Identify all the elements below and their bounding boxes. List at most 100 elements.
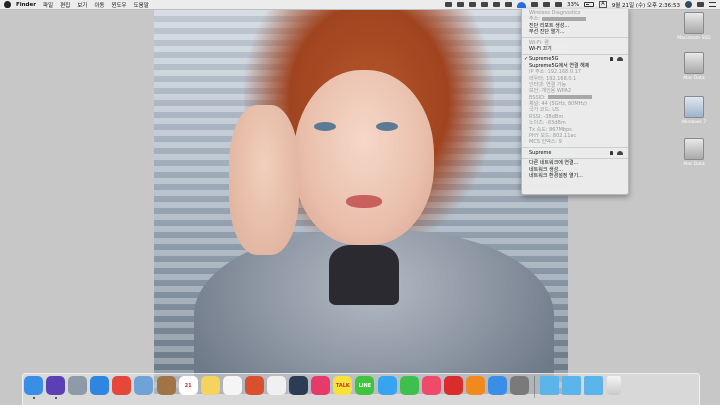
dock-item-launchpad[interactable] <box>68 376 88 399</box>
launchpad-icon <box>68 376 88 395</box>
dock-divider <box>534 376 536 398</box>
dock-item-contacts[interactable] <box>156 376 176 399</box>
photo-booth-icon <box>244 376 264 395</box>
wifi-icon[interactable] <box>517 1 527 8</box>
trash-icon[interactable] <box>606 376 621 395</box>
input-source-indicator[interactable]: A <box>599 1 607 8</box>
desktop-icon-drive[interactable]: Mac Data <box>672 138 716 167</box>
applications-folder-icon[interactable] <box>540 376 560 395</box>
time-machine-icon[interactable] <box>531 2 539 7</box>
dock-item-app-store[interactable] <box>487 376 507 399</box>
wifi-dropdown-menu: Wireless Diagnostics 주소: 진단 리포트 생성... 무선… <box>521 9 629 195</box>
menu-item-turn-wifi-off[interactable]: Wi-Fi 끄기 <box>522 46 628 52</box>
status-area: 33% A 9월 21일 (수) 오후 2:36:53 <box>445 0 716 9</box>
documents-folder-icon[interactable] <box>562 376 582 395</box>
dock-item-siri[interactable] <box>46 376 66 399</box>
siri-icon <box>46 376 66 395</box>
dock-item-kakaotalk[interactable]: TALK <box>333 376 353 399</box>
dock-item-books[interactable] <box>465 376 485 399</box>
reminders-icon <box>222 376 242 395</box>
network-item[interactable]: Supreme <box>522 150 628 156</box>
dock-item-notes[interactable] <box>200 376 220 399</box>
chrome-icon <box>112 376 132 395</box>
lock-icon <box>610 150 613 155</box>
volume-icon[interactable] <box>555 2 563 7</box>
dock-item-chrome[interactable] <box>112 376 132 399</box>
messages-icon <box>377 376 397 395</box>
spotlight-icon[interactable] <box>697 2 704 7</box>
quicktime-icon <box>289 376 309 395</box>
menu-item-open-wireless-diagnostics[interactable]: 무선 진단 열기... <box>522 29 628 35</box>
user-avatar[interactable] <box>685 1 692 8</box>
menu-go[interactable]: 이동 <box>94 1 104 9</box>
dock-item-netease[interactable] <box>443 376 463 399</box>
menu-file[interactable]: 파일 <box>43 1 53 9</box>
menu-item-open-network-prefs[interactable]: 네트워크 환경설정 열기... <box>522 173 628 179</box>
apple-icon[interactable] <box>4 1 11 8</box>
hard-drive-icon <box>684 138 704 160</box>
finder-icon <box>24 376 43 395</box>
status-item-icon[interactable] <box>481 2 489 7</box>
hard-drive-icon <box>684 52 704 74</box>
safari-icon <box>90 376 110 395</box>
preview-icon <box>134 376 154 395</box>
dock-item-safari[interactable] <box>90 376 110 399</box>
desktop-icon-drive[interactable]: Windows 7 <box>672 96 716 125</box>
photos-icon <box>267 376 287 395</box>
bluetooth-icon[interactable] <box>543 2 551 7</box>
eye-left <box>314 122 336 131</box>
status-item-icon[interactable] <box>505 2 513 7</box>
kakaotalk-icon: TALK <box>333 376 353 395</box>
clock[interactable]: 9월 21일 (수) 오후 2:36:53 <box>612 1 680 9</box>
face-shape <box>294 70 434 245</box>
dock-icons: 21 TALK LINE <box>24 376 621 399</box>
dock-item-screenshot[interactable] <box>311 376 331 399</box>
desktop-icon-drive[interactable]: Mac Data <box>672 52 716 81</box>
music-icon <box>421 376 441 395</box>
system-preferences-icon <box>510 376 530 395</box>
eye-right <box>376 122 398 131</box>
dock-item-photo-booth[interactable] <box>244 376 264 399</box>
detail-mcs-index: MCS 인덱스: 9 <box>529 139 562 146</box>
running-indicator <box>54 397 57 399</box>
dock-item-calendar[interactable]: 21 <box>178 376 198 399</box>
dock-item-photos[interactable] <box>267 376 287 399</box>
menu-help[interactable]: 도움말 <box>134 1 149 9</box>
downloads-folder-icon[interactable] <box>584 376 604 395</box>
battery-icon[interactable] <box>584 2 595 7</box>
menu-separator <box>522 37 628 39</box>
status-item-icon[interactable] <box>457 2 465 7</box>
status-item-icon[interactable] <box>493 2 501 7</box>
battery-percent: 33% <box>567 1 580 8</box>
status-item-icon[interactable] <box>445 2 453 7</box>
wifi-signal-icon <box>617 57 623 62</box>
calendar-icon: 21 <box>178 376 198 395</box>
menu-separator <box>522 147 628 149</box>
status-item-icon[interactable] <box>469 2 477 7</box>
facetime-icon <box>399 376 419 395</box>
dark-top-shape <box>329 245 399 305</box>
hand-shape <box>229 105 299 255</box>
dock-item-system-preferences[interactable] <box>510 376 530 399</box>
notes-icon <box>200 376 220 395</box>
menu-view[interactable]: 보기 <box>77 1 87 9</box>
menu-edit[interactable]: 편집 <box>60 1 70 9</box>
hard-drive-icon <box>684 96 704 118</box>
app-menu-finder[interactable]: Finder <box>16 2 36 8</box>
screenshot-icon <box>311 376 331 395</box>
desktop-wallpaper-photo <box>154 10 568 394</box>
desktop-icon-drive[interactable]: Macintosh SSD <box>672 12 716 41</box>
lock-icon <box>610 57 613 62</box>
dock-item-facetime[interactable] <box>399 376 419 399</box>
menu-window[interactable]: 윈도우 <box>111 1 126 9</box>
redacted-block <box>541 16 586 21</box>
line-icon: LINE <box>355 376 375 395</box>
dock-item-reminders[interactable] <box>222 376 242 399</box>
dock-item-line[interactable]: LINE <box>355 376 375 399</box>
dock-item-finder[interactable] <box>24 376 43 399</box>
dock-item-preview[interactable] <box>134 376 154 399</box>
notification-center-icon[interactable] <box>709 2 716 7</box>
dock-item-quicktime[interactable] <box>289 376 309 399</box>
dock-item-music[interactable] <box>421 376 441 399</box>
dock-item-messages[interactable] <box>377 376 397 399</box>
